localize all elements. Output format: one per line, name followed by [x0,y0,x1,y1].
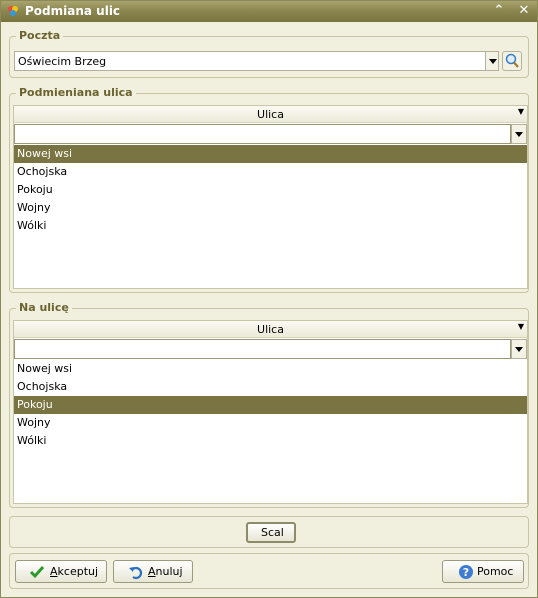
source-list-item[interactable]: Ochojska [14,163,527,181]
source-street-list: Nowej wsi Ochojska Pokoju Wojny Wólki [14,145,527,235]
target-street-list: Nowej wsi Ochojska Pokoju Wojny Wólki [14,360,527,450]
help-button[interactable]: ? Pomoc [442,560,524,583]
target-list-item[interactable]: Pokoju [14,396,527,414]
action-panel: Akceptuj Anuluj ? Pomoc [9,553,529,589]
dialog-window: Podmiana ulic ⌃ ✕ Poczta Oświecim Brzeg … [0,0,538,598]
undo-icon [129,566,143,580]
search-icon [505,53,519,68]
target-filter-dropdown[interactable] [511,339,527,359]
merge-button[interactable]: Scal [246,522,296,543]
merge-panel: Scal [9,516,529,548]
target-street-grid: Ulica ▼ Nowej wsi Ochojska Pokoju Wojny … [13,320,528,504]
checkmark-icon [29,566,45,579]
target-list-item[interactable]: Wólki [14,432,527,450]
source-filter-dropdown[interactable] [511,124,527,144]
poczta-search-button[interactable] [502,51,522,71]
target-column-header[interactable]: Ulica ▼ [14,321,527,338]
source-column-header-label: Ulica [257,108,284,121]
target-list-item[interactable]: Ochojska [14,378,527,396]
help-button-label: Pomoc [477,565,514,578]
source-street-label: Podmieniana ulica [16,86,136,99]
source-street-grid: Ulica ▼ Nowej wsi Ochojska Pokoju Wojny … [13,105,528,289]
accept-button[interactable]: Akceptuj [15,560,107,583]
accept-button-label: Akceptuj [50,565,99,578]
collapse-icon[interactable]: ⌃ [491,3,507,19]
source-filter-input[interactable] [14,124,511,144]
target-filter-row [14,339,527,359]
source-column-header[interactable]: Ulica ▼ [14,106,527,123]
app-icon [8,6,18,16]
cancel-button-label: Anuluj [148,565,183,578]
title-bar[interactable]: Podmiana ulic ⌃ ✕ [1,1,537,22]
source-list-item[interactable]: Wojny [14,199,527,217]
target-column-header-label: Ulica [257,323,284,336]
source-list-item[interactable]: Pokoju [14,181,527,199]
source-list-item[interactable]: Nowej wsi [14,145,527,163]
help-icon: ? [459,565,473,579]
source-filter-row [14,124,527,144]
source-list-item[interactable]: Wólki [14,217,527,235]
source-street-group: Podmieniana ulica Ulica ▼ Nowej wsi Ocho… [9,86,529,293]
target-list-item[interactable]: Nowej wsi [14,360,527,378]
merge-button-label: Scal [261,526,284,539]
svg-text:?: ? [463,566,469,579]
target-list-item[interactable]: Wojny [14,414,527,432]
poczta-value: Oświecim Brzeg [18,55,107,68]
sort-icon: ▼ [517,107,524,116]
poczta-combo[interactable]: Oświecim Brzeg [14,51,486,71]
target-street-group: Na ulicę Ulica ▼ Nowej wsi Ochojska Poko… [9,301,529,508]
target-filter-input[interactable] [14,339,511,359]
sort-icon: ▼ [517,322,524,331]
poczta-dropdown-button[interactable] [485,51,499,71]
close-icon[interactable]: ✕ [516,3,532,19]
cancel-button[interactable]: Anuluj [113,560,193,583]
window-title: Podmiana ulic [25,4,121,18]
target-street-label: Na ulicę [16,301,72,314]
poczta-label: Poczta [16,29,64,42]
poczta-group: Poczta Oświecim Brzeg [9,29,529,78]
